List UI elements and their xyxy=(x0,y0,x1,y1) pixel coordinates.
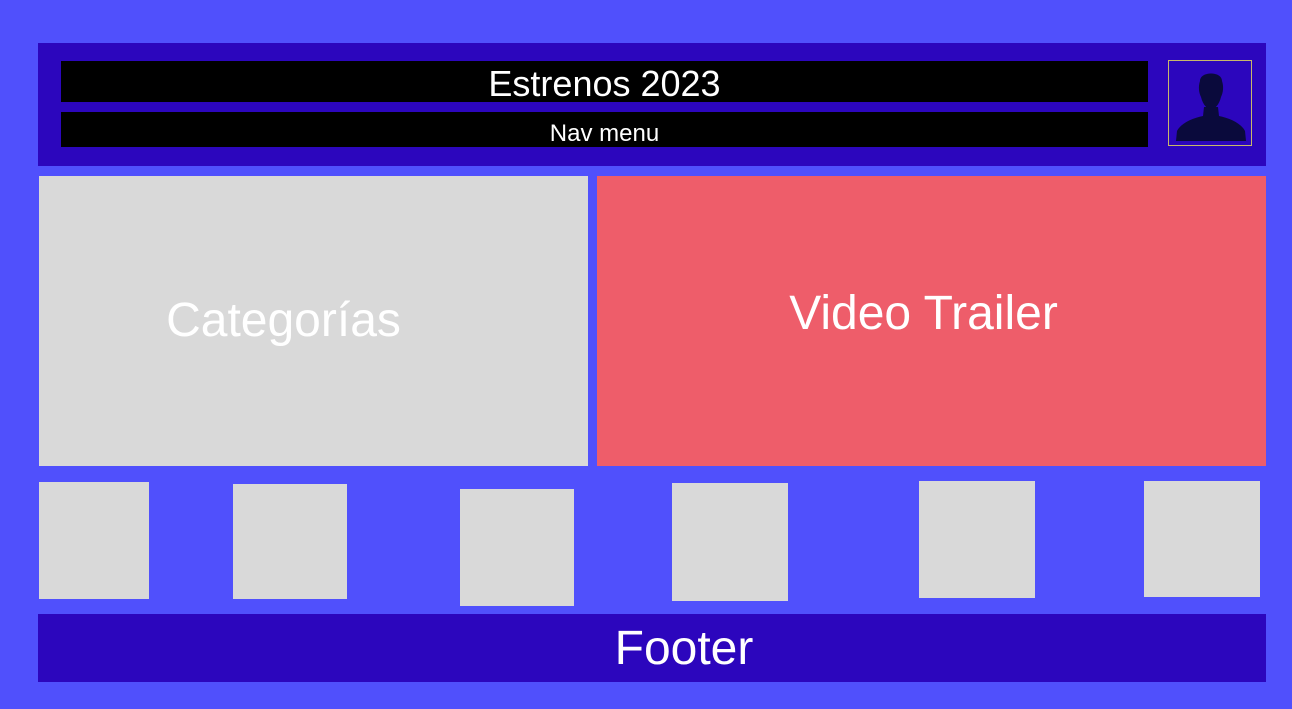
nav-menu[interactable]: Nav menu xyxy=(61,112,1148,147)
movie-thumbnail[interactable] xyxy=(460,489,574,606)
movie-thumbnail[interactable] xyxy=(919,481,1035,598)
movie-thumbnail[interactable] xyxy=(233,484,347,599)
video-trailer-panel[interactable]: Video Trailer xyxy=(597,176,1266,466)
movie-thumbnail[interactable] xyxy=(1144,481,1260,597)
movie-thumbnail[interactable] xyxy=(39,482,149,599)
categories-panel[interactable]: Categorías xyxy=(39,176,588,466)
user-silhouette-icon xyxy=(1169,61,1251,145)
movie-thumbnail[interactable] xyxy=(672,483,788,601)
user-avatar[interactable] xyxy=(1168,60,1252,146)
footer: Footer xyxy=(38,614,1266,682)
page-title: Estrenos 2023 xyxy=(61,61,1148,104)
